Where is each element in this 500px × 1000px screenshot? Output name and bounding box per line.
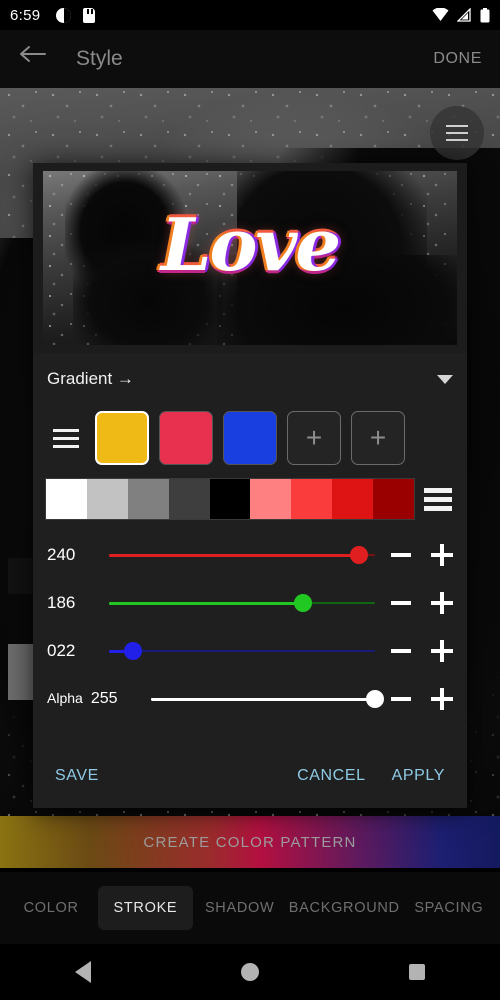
done-button[interactable]: DONE (433, 50, 482, 68)
style-preview[interactable]: Love (33, 163, 467, 353)
green-minus-icon[interactable] (391, 601, 411, 605)
green-slider[interactable] (109, 594, 375, 612)
blue-slider[interactable] (109, 642, 375, 660)
red-slider[interactable] (109, 546, 375, 564)
preview-arm-shape (73, 241, 223, 345)
apply-button[interactable]: APPLY (392, 767, 445, 785)
gradient-selector[interactable]: Gradient → (33, 353, 467, 405)
gradient-swatch-row: + + (33, 405, 467, 471)
palette-color-7[interactable] (332, 479, 374, 519)
status-bar: 6:59 (0, 0, 500, 30)
alpha-label: Alpha (47, 690, 83, 706)
nav-home-icon[interactable] (241, 963, 259, 981)
red-value: 240 (47, 545, 76, 564)
slider-row-green: 186 (33, 579, 467, 627)
tab-stroke[interactable]: STROKE (98, 886, 193, 930)
green-plus-icon[interactable] (431, 592, 453, 614)
create-color-pattern-label: CREATE COLOR PATTERN (143, 833, 357, 851)
alpha-minus-icon[interactable] (391, 697, 411, 701)
alpha-label-group: Alpha 255 (47, 690, 151, 708)
color-palette-strip[interactable] (45, 478, 415, 520)
plus-icon: + (305, 422, 323, 453)
green-value: 186 (47, 593, 76, 612)
chevron-down-icon[interactable] (437, 374, 453, 384)
alpha-plus-icon[interactable] (431, 688, 453, 710)
app-bar: Style DONE (0, 30, 500, 88)
palette-color-0[interactable] (46, 479, 87, 519)
tab-background[interactable]: BACKGROUND (287, 886, 402, 930)
palette-color-4[interactable] (209, 479, 251, 519)
slider-row-blue: 022 (33, 627, 467, 675)
color-picker-dialog: Love Gradient → + + 240 186 022 Alpha 25… (33, 163, 467, 808)
palette-row (33, 471, 467, 527)
alpha-value: 255 (90, 690, 118, 707)
create-color-pattern-button[interactable]: CREATE COLOR PATTERN (0, 816, 500, 868)
red-minus-icon[interactable] (391, 553, 411, 557)
sd-card-icon (83, 7, 96, 23)
preview-photo (43, 171, 457, 345)
dialog-actions: SAVE CANCEL APPLY (33, 744, 467, 808)
palette-color-6[interactable] (291, 479, 333, 519)
slider-row-alpha: Alpha 255 (33, 675, 467, 723)
nav-back-icon[interactable] (75, 961, 91, 983)
palette-color-3[interactable] (168, 479, 210, 519)
blue-minus-icon[interactable] (391, 649, 411, 653)
back-arrow-icon[interactable] (18, 42, 52, 76)
hamburger-menu-icon[interactable] (430, 106, 484, 160)
nav-recents-icon[interactable] (409, 964, 425, 980)
palette-color-8[interactable] (373, 479, 415, 519)
gradient-swatch-1[interactable] (159, 411, 213, 465)
drag-handle-icon[interactable] (47, 428, 85, 448)
preview-shoulder-shape (217, 255, 457, 345)
cancel-button[interactable]: CANCEL (297, 767, 366, 785)
blue-plus-icon[interactable] (431, 640, 453, 662)
gradient-swatch-2[interactable] (223, 411, 277, 465)
gradient-swatch-0[interactable] (95, 411, 149, 465)
battery-icon (480, 7, 490, 22)
status-bar-right-icons (432, 7, 490, 23)
alpha-slider[interactable] (151, 690, 384, 708)
do-not-disturb-icon (56, 7, 72, 23)
add-color-button-1[interactable]: + (287, 411, 341, 465)
status-bar-left-icons (56, 7, 96, 23)
tab-color[interactable]: COLOR (4, 886, 98, 930)
palette-color-5[interactable] (250, 479, 292, 519)
tab-shadow[interactable]: SHADOW (193, 886, 287, 930)
style-tab-bar: COLOR STROKE SHADOW BACKGROUND SPACING (0, 872, 500, 944)
page-title: Style (76, 47, 123, 70)
palette-color-1[interactable] (86, 479, 128, 519)
palette-handle-icon[interactable] (415, 487, 461, 511)
status-bar-time: 6:59 (10, 6, 41, 24)
blue-value: 022 (47, 641, 76, 660)
save-button[interactable]: SAVE (55, 767, 99, 785)
plus-icon: + (369, 422, 387, 453)
add-color-button-2[interactable]: + (351, 411, 405, 465)
slider-row-red: 240 (33, 531, 467, 579)
red-plus-icon[interactable] (431, 544, 453, 566)
tab-spacing[interactable]: SPACING (402, 886, 496, 930)
rgba-sliders: 240 186 022 Alpha 255 (33, 527, 467, 723)
wifi-icon (432, 8, 449, 21)
gradient-label: Gradient → (47, 369, 134, 388)
palette-color-2[interactable] (127, 479, 169, 519)
cellular-signal-icon (457, 8, 471, 22)
android-nav-bar (0, 944, 500, 1000)
